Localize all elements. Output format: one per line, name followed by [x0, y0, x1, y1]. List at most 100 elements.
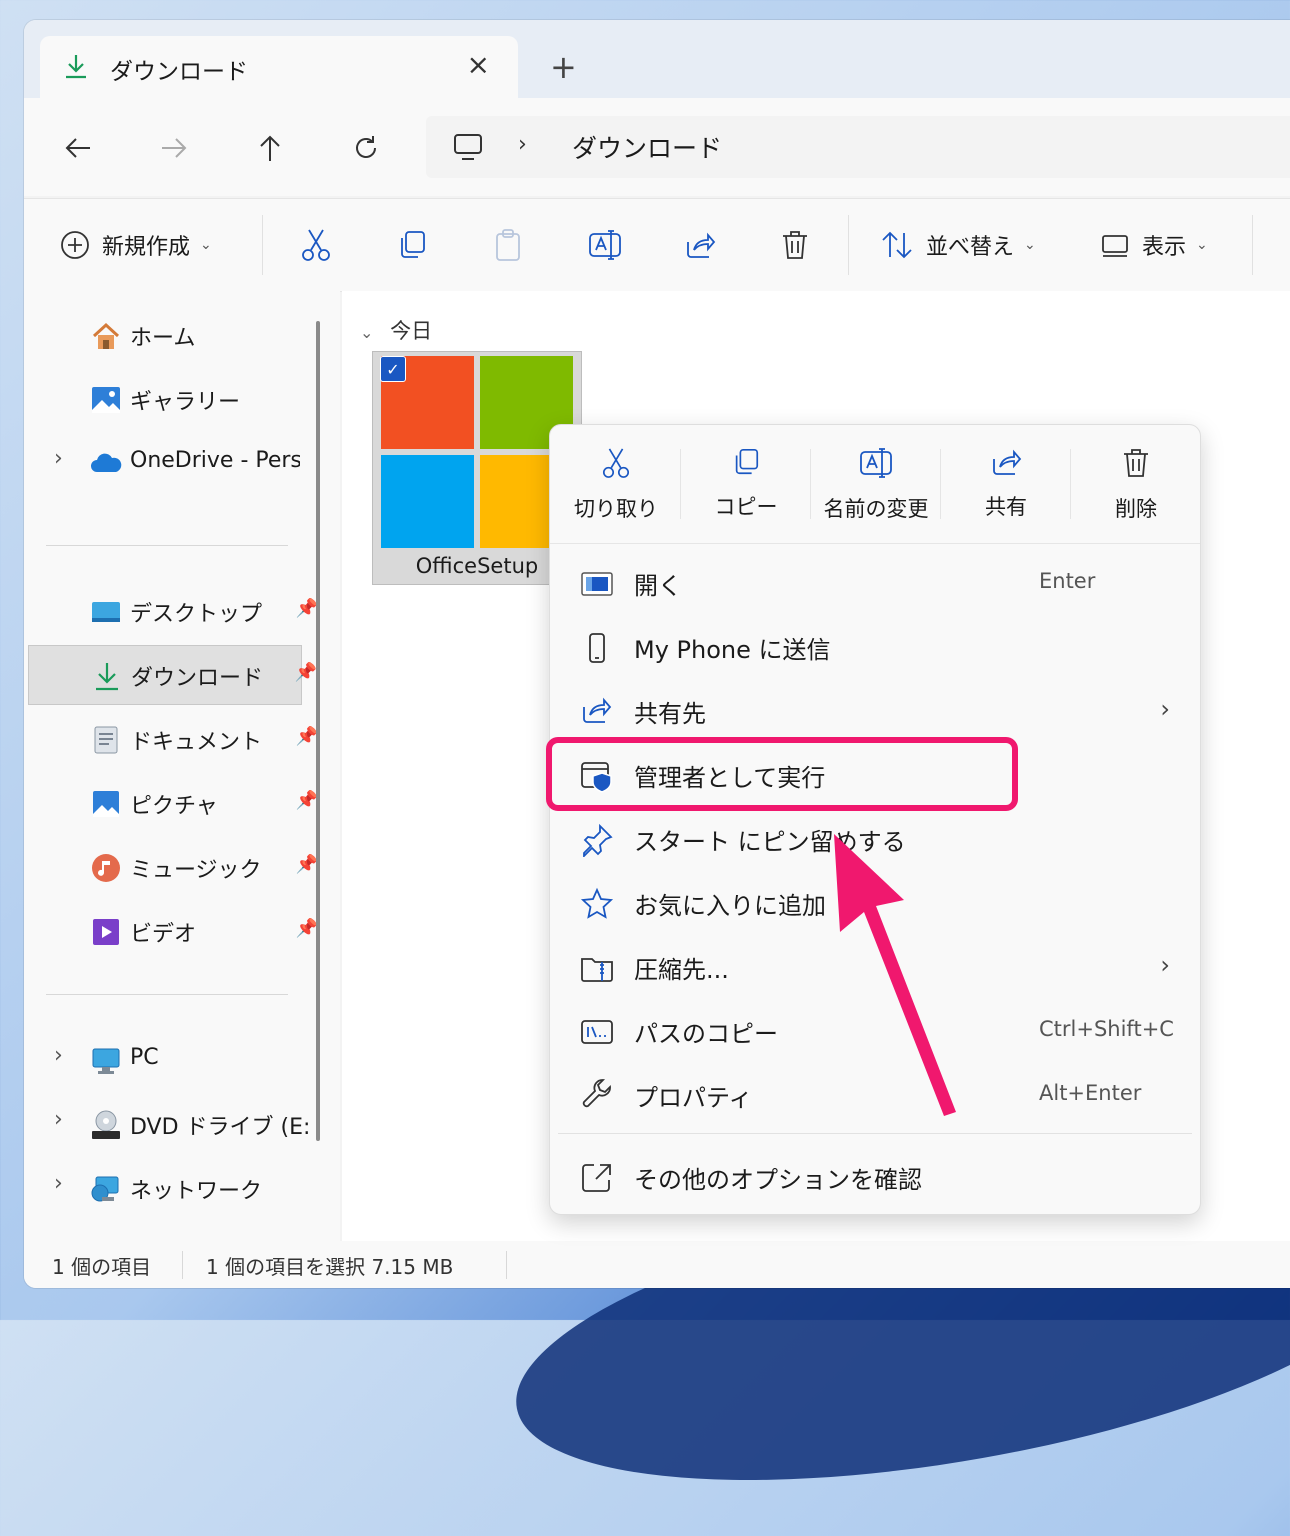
delete-button[interactable]	[780, 223, 810, 267]
menu-item-open[interactable]: 開く Enter	[558, 553, 1192, 613]
chevron-right-icon: ›	[1160, 695, 1170, 723]
sidebar-item-label: ドキュメント	[130, 730, 263, 755]
clipboard-icon	[496, 229, 520, 261]
pin-icon[interactable]: 📌	[295, 662, 317, 683]
chevron-right-icon[interactable]: ›	[54, 1171, 63, 1196]
share-icon	[687, 232, 716, 258]
navigation-bar: › ダウンロード	[24, 98, 1290, 196]
cut-button[interactable]	[300, 223, 332, 267]
view-button[interactable]: 表示 ⌄	[1100, 223, 1208, 267]
pin-icon[interactable]: 📌	[296, 918, 318, 939]
new-button[interactable]: 新規作成 ⌄	[60, 223, 212, 267]
delete-label: 削除	[1115, 497, 1157, 521]
sidebar-item-desktop[interactable]: デスクトップ 📌	[28, 582, 318, 640]
share-label: 共有	[985, 495, 1027, 519]
menu-divider	[558, 1133, 1192, 1134]
selection-checkbox[interactable]: ✓	[380, 356, 406, 382]
chevron-right-icon[interactable]: ›	[54, 1043, 63, 1068]
sidebar-divider	[46, 545, 288, 546]
sidebar-item-onedrive[interactable]: › OneDrive - Perso	[28, 434, 302, 492]
group-header-today[interactable]: ⌄ 今日	[360, 315, 432, 345]
sidebar-item-pc[interactable]: › PC	[28, 1031, 302, 1089]
navigation-pane: ホーム ギャラリー › OneDrive - Perso デスクトップ 📌 ダウ…	[24, 291, 340, 1241]
sidebar-item-pictures[interactable]: ピクチャ 📌	[28, 774, 318, 832]
menu-item-run-as-admin[interactable]: 管理者として実行	[558, 745, 1192, 805]
pin-icon[interactable]: 📌	[296, 854, 318, 875]
sidebar-item-label: ギャラリー	[130, 390, 241, 415]
pin-icon[interactable]: 📌	[296, 790, 318, 811]
context-share-button[interactable]: 共有	[942, 447, 1070, 527]
phone-icon	[580, 631, 614, 665]
sort-button[interactable]: 並べ替え ⌄	[880, 223, 1036, 267]
rename-button[interactable]	[588, 223, 622, 267]
action-divider	[1070, 449, 1071, 519]
sidebar-scrollbar[interactable]	[316, 321, 320, 1141]
sidebar-item-home[interactable]: ホーム	[28, 306, 302, 364]
menu-item-label: My Phone に送信	[634, 636, 831, 664]
menu-item-show-more-options[interactable]: その他のオプションを確認	[558, 1147, 1192, 1207]
sidebar-item-gallery[interactable]: ギャラリー	[28, 370, 302, 428]
sidebar-item-label: ダウンロード	[131, 666, 264, 691]
up-button[interactable]	[248, 126, 292, 170]
rename-label: 名前の変更	[823, 497, 929, 521]
sidebar-item-dvd[interactable]: › DVD ドライブ (E:) C	[28, 1095, 308, 1153]
chevron-right-icon[interactable]: ›	[54, 1107, 63, 1132]
trash-icon	[1124, 449, 1148, 477]
menu-item-properties[interactable]: プロパティ Alt+Enter	[558, 1065, 1192, 1125]
context-delete-button[interactable]: 削除	[1072, 447, 1200, 527]
status-bar: 1 個の項目 1 個の項目を選択 7.15 MB	[24, 1241, 1290, 1288]
view-label: 表示	[1142, 235, 1187, 260]
chevron-right-icon: ›	[1160, 951, 1170, 979]
context-cut-button[interactable]: 切り取り	[552, 447, 680, 527]
menu-item-copy-path[interactable]: パスのコピー Ctrl+Shift+C	[558, 1001, 1192, 1061]
pin-icon	[580, 823, 614, 859]
breadcrumb-downloads[interactable]: ダウンロード	[572, 129, 722, 165]
menu-item-label: パスのコピー	[634, 1020, 778, 1048]
menu-item-pin-to-start[interactable]: スタート にピン留めする	[558, 809, 1192, 869]
command-bar: 新規作成 ⌄ 並べ替え ⌄ 表示 ⌄	[24, 198, 1290, 292]
paste-button[interactable]	[492, 223, 524, 267]
menu-item-send-to-phone[interactable]: My Phone に送信	[558, 617, 1192, 677]
copy-button[interactable]	[396, 223, 428, 267]
sidebar-item-music[interactable]: ミュージック 📌	[28, 838, 318, 896]
context-rename-button[interactable]: 名前の変更	[812, 447, 940, 527]
network-icon	[90, 1173, 122, 1205]
menu-item-share-to[interactable]: 共有先 ›	[558, 681, 1192, 741]
action-divider	[680, 449, 681, 519]
menu-item-label: 共有先	[634, 700, 706, 728]
external-window-icon	[580, 1161, 614, 1195]
arrow-left-icon	[65, 138, 90, 158]
chevron-right-icon[interactable]: ›	[54, 446, 63, 471]
context-copy-button[interactable]: コピー	[682, 447, 810, 527]
back-button[interactable]	[56, 126, 100, 170]
forward-button[interactable]	[152, 126, 196, 170]
shield-window-icon	[580, 759, 614, 793]
menu-item-shortcut: Enter	[1039, 569, 1096, 593]
chevron-down-icon: ⌄	[1024, 237, 1036, 253]
menu-item-label: お気に入りに追加	[634, 892, 826, 920]
sidebar-item-downloads[interactable]: ダウンロード 📌	[28, 645, 317, 705]
sidebar-item-label: デスクトップ	[130, 602, 263, 627]
share-button[interactable]	[684, 223, 716, 267]
tab-downloads[interactable]: ダウンロード ×	[40, 36, 518, 98]
menu-item-label: 開く	[634, 572, 682, 600]
sidebar-item-label: OneDrive - Perso	[130, 448, 300, 473]
scissors-icon	[602, 448, 630, 478]
sidebar-item-label: ミュージック	[130, 858, 262, 883]
pin-icon[interactable]: 📌	[296, 598, 318, 619]
sidebar-item-network[interactable]: › ネットワーク	[28, 1159, 302, 1217]
address-bar[interactable]: › ダウンロード	[426, 116, 1290, 178]
context-menu: 切り取り コピー 名前の変更 共有 削除 開く Enter My Phone に…	[549, 424, 1201, 1215]
menu-item-add-favorite[interactable]: お気に入りに追加	[558, 873, 1192, 933]
sidebar-item-videos[interactable]: ビデオ 📌	[28, 902, 318, 960]
breadcrumb-separator[interactable]: ›	[518, 132, 527, 157]
new-tab-button[interactable]: +	[550, 48, 577, 86]
sidebar-item-documents[interactable]: ドキュメント 📌	[28, 710, 318, 768]
refresh-button[interactable]	[344, 126, 388, 170]
close-tab-icon[interactable]: ×	[467, 48, 490, 81]
video-icon	[90, 916, 122, 948]
share-icon	[580, 695, 614, 729]
pin-icon[interactable]: 📌	[296, 726, 318, 747]
menu-item-label: プロパティ	[634, 1084, 753, 1112]
menu-item-compress[interactable]: 圧縮先... ›	[558, 937, 1192, 997]
